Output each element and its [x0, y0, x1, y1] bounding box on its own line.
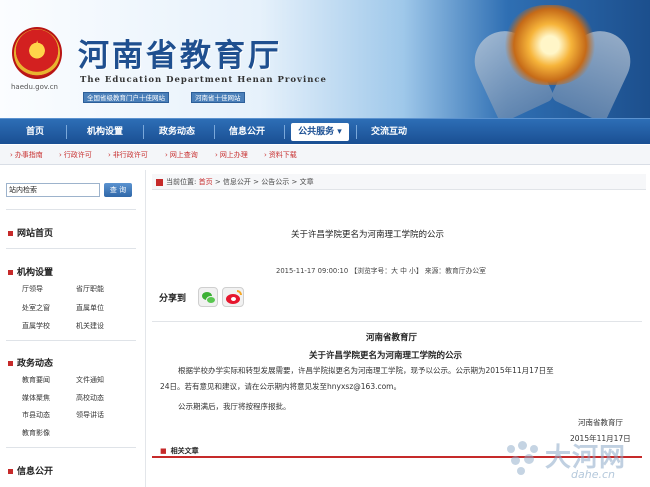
sidebar-divider	[6, 248, 136, 249]
sidebar-divider	[6, 340, 136, 341]
dahe-watermark-logo: 大河网 dahe.cn	[505, 437, 645, 485]
page: { "header": { "url": "haedu.gov.cn", "ti…	[0, 0, 650, 487]
signature-org: 河南省教育厅	[578, 418, 623, 427]
breadcrumb-link-home[interactable]: 首页	[199, 178, 213, 186]
sidebar-link[interactable]: 领导讲话	[76, 410, 104, 420]
breadcrumb-prefix: 当前位置:	[166, 178, 197, 186]
nav-item-interaction[interactable]: 交流互动	[360, 119, 418, 145]
sidebar-link[interactable]: 教育影像	[22, 428, 50, 438]
breadcrumb-link-article[interactable]: 文章	[300, 178, 314, 186]
site-subtitle: The Education Department Henan Province	[80, 75, 327, 85]
body-paragraph: 公示期满后，我厅将按程序报批。	[178, 402, 291, 411]
breadcrumb-link-notices[interactable]: 公告公示	[261, 178, 289, 186]
nav-separator	[66, 125, 67, 139]
subnav-item-label: 行政许可	[63, 151, 92, 159]
site-search-input[interactable]: 站内检索	[6, 183, 100, 197]
subnav-item-label: 网上办理	[219, 151, 248, 159]
sidebar-section-title-disclosure[interactable]: 信息公开	[8, 464, 53, 477]
related-articles-label: 相关文章	[170, 447, 199, 455]
arrow-icon: ›	[10, 151, 13, 159]
nav-item-home[interactable]: 首页	[12, 119, 58, 145]
sidebar-section-label: 政务动态	[17, 359, 54, 369]
wechat-share-icon[interactable]	[198, 287, 218, 307]
subnav-item-guide[interactable]: › 办事指南	[10, 145, 43, 165]
nav-separator	[214, 125, 215, 139]
sidebar-link[interactable]: 市县动态	[22, 410, 50, 420]
nav-separator	[356, 125, 357, 139]
banner-glow	[505, 5, 595, 85]
bullet-icon	[8, 270, 13, 275]
article-title: 关于许昌学院更名为河南理工学院的公示	[291, 230, 445, 240]
sidebar-link[interactable]: 机关建设	[76, 321, 104, 331]
sidebar-section-label: 机构设置	[17, 268, 54, 278]
site-header: ★ haedu.gov.cn 河南省教育厅 The Education Depa…	[0, 0, 650, 118]
award-badge-national: 全国省级教育门户十佳网站	[83, 92, 169, 103]
sidebar-link[interactable]: 高校动态	[76, 393, 104, 403]
nav-item-public-service-label: 公共服务	[298, 127, 335, 137]
bullet-icon	[8, 231, 13, 236]
nav-item-public-service[interactable]: 公共服务 ▾	[291, 123, 349, 141]
sidebar-divider	[6, 447, 136, 448]
subnav-item-downloads[interactable]: › 资料下载	[264, 145, 297, 165]
sidebar-section-title-news[interactable]: 政务动态	[8, 356, 53, 369]
sidebar-link[interactable]: 文件通知	[76, 375, 104, 385]
arrow-icon: ›	[108, 151, 111, 159]
nav-separator	[143, 125, 144, 139]
body-org-name: 河南省教育厅	[366, 333, 418, 343]
sidebar-section-label: 信息公开	[17, 467, 54, 477]
subnav-item-label: 非行政许可	[112, 151, 148, 159]
nav-item-disclosure[interactable]: 信息公开	[218, 119, 276, 145]
watermark-domain: dahe.cn	[571, 468, 615, 481]
site-title[interactable]: 河南省教育厅	[78, 30, 282, 75]
bullet-icon	[8, 469, 13, 474]
weibo-share-icon[interactable]	[222, 287, 244, 307]
share-label: 分享到	[159, 294, 187, 304]
sidebar-link[interactable]: 省厅职能	[76, 284, 104, 294]
breadcrumb-link-disclosure[interactable]: 信息公开	[223, 178, 251, 186]
main-nav: 首页 机构设置 政务动态 信息公开 公共服务 ▾ 交流互动	[0, 118, 650, 144]
subnav-item-online-query[interactable]: › 网上查询	[165, 145, 198, 165]
national-emblem-logo[interactable]: ★	[12, 27, 62, 79]
arrow-icon: ■	[160, 447, 167, 455]
subnav-item-non-admin-license[interactable]: › 非行政许可	[108, 145, 148, 165]
sidebar-item-home[interactable]: 网站首页	[8, 226, 53, 239]
arrow-icon: ›	[264, 151, 267, 159]
bullet-icon	[8, 361, 13, 366]
sidebar-link[interactable]: 媒体聚焦	[22, 393, 50, 403]
body-paragraph: 24日。若有意见和建议，请在公示期内将意见发至hnyxsz@163.com。	[160, 382, 401, 391]
nav-item-news[interactable]: 政务动态	[148, 119, 206, 145]
sidebar-link[interactable]: 教育要闻	[22, 375, 50, 385]
sidebar-section-title-organization[interactable]: 机构设置	[8, 265, 53, 278]
sub-nav: › 办事指南 › 行政许可 › 非行政许可 › 网上查询 › 网上办理 › 资料下载	[0, 145, 650, 165]
sidebar-link[interactable]: 直属单位	[76, 303, 104, 313]
breadcrumb: 当前位置: 首页 > 信息公开 > 公告公示 > 文章	[152, 174, 646, 190]
nav-separator	[284, 125, 285, 139]
award-badge-provincial: 河南省十佳网站	[191, 92, 245, 103]
subnav-item-admin-license[interactable]: › 行政许可	[59, 145, 92, 165]
sidebar: 站内检索 查 询 网站首页 机构设置 厅领导 省厅职能 处室之窗 直属单位 直属…	[0, 170, 140, 487]
arrow-icon: ›	[59, 151, 62, 159]
chevron-down-icon: ▾	[334, 127, 342, 137]
sidebar-item-label: 网站首页	[17, 229, 54, 239]
site-url: haedu.gov.cn	[11, 83, 58, 91]
sidebar-link[interactable]: 处室之窗	[22, 303, 50, 313]
nav-item-organization[interactable]: 机构设置	[76, 119, 134, 145]
content-divider	[152, 321, 642, 322]
dots-logo-icon	[505, 439, 543, 477]
body-heading: 关于许昌学院更名为河南理工学院的公示	[309, 351, 463, 361]
search-button[interactable]: 查 询	[104, 183, 132, 197]
arrow-icon: ›	[165, 151, 168, 159]
arrow-icon: ›	[215, 151, 218, 159]
location-icon	[156, 178, 163, 186]
body-paragraph: 根据学校办学实际和转型发展需要，许昌学院拟更名为河南理工学院，现予以公示。公示期…	[178, 366, 554, 375]
sidebar-divider	[6, 209, 136, 210]
article-meta: 2015-11-17 09:00:10 【浏览字号：大 中 小】 来源：教育厅办…	[276, 267, 486, 275]
related-articles-heading[interactable]: ■ 相关文章	[160, 446, 199, 456]
subnav-item-label: 网上查询	[169, 151, 198, 159]
sidebar-link[interactable]: 直属学校	[22, 321, 50, 331]
subnav-item-label: 资料下载	[268, 151, 297, 159]
subnav-item-label: 办事指南	[14, 151, 43, 159]
subnav-item-online-service[interactable]: › 网上办理	[215, 145, 248, 165]
sidebar-link[interactable]: 厅领导	[22, 284, 43, 294]
